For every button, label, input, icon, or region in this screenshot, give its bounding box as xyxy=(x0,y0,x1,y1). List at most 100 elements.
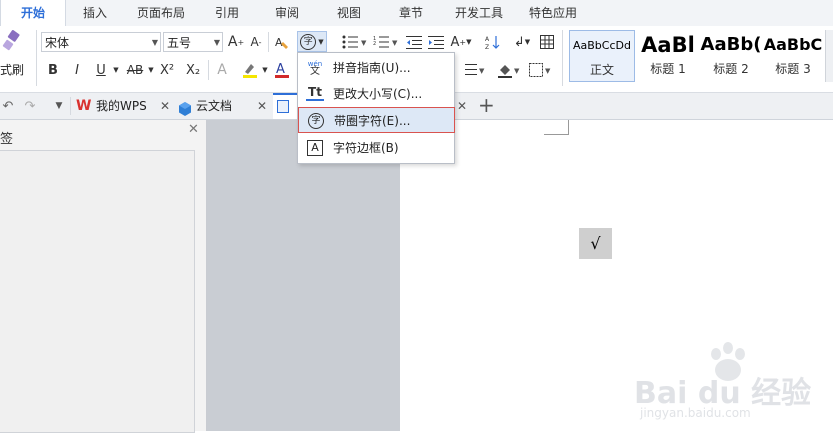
document-page[interactable]: √ Bai du 经验 jingyan.baidu.com xyxy=(400,120,833,431)
tab-insert[interactable]: 插入 xyxy=(66,0,124,26)
enclosed-character-icon: 字 xyxy=(307,112,325,130)
redo-icon[interactable]: ↷ xyxy=(22,96,38,116)
svg-text:A: A xyxy=(485,36,490,43)
change-case-icon: Tt xyxy=(306,85,324,101)
pinyin-icon: wén 文 xyxy=(307,60,323,77)
svg-text:A: A xyxy=(276,62,285,77)
workspace-background xyxy=(207,120,400,431)
tab-review[interactable]: 审阅 xyxy=(258,0,316,26)
decrease-indent-icon[interactable] xyxy=(404,32,424,52)
style-label: 正文 xyxy=(589,63,614,77)
wps-logo-icon: W xyxy=(76,98,92,114)
style-heading-3[interactable]: AaBbC 标题 3 xyxy=(762,30,824,82)
pane-title: 签 xyxy=(0,132,14,147)
svg-text:▼: ▼ xyxy=(392,39,398,47)
close-icon[interactable]: ✕ xyxy=(457,99,467,113)
format-painter-icon[interactable] xyxy=(0,28,24,54)
font-size-value: 五号 xyxy=(167,36,192,50)
menu-item-pinyin-guide[interactable]: wén 文 拼音指南(U)... xyxy=(298,55,454,81)
tab-section[interactable]: 章节 xyxy=(382,0,440,26)
tab-view[interactable]: 视图 xyxy=(320,0,378,26)
sort-icon[interactable]: AZ xyxy=(483,32,503,52)
watermark-url: jingyan.baidu.com xyxy=(640,406,751,420)
document-icon xyxy=(277,100,289,113)
style-label: 标题 2 xyxy=(713,62,749,76)
tab-special-features[interactable]: 特色应用 xyxy=(518,0,588,26)
text-effect-icon[interactable]: A xyxy=(213,60,231,80)
svg-text:▼: ▼ xyxy=(361,39,367,47)
tab-developer[interactable]: 开发工具 xyxy=(444,0,514,26)
svg-text:▼: ▼ xyxy=(545,67,551,75)
tab-references[interactable]: 引用 xyxy=(198,0,256,26)
italic-button[interactable]: I xyxy=(68,60,86,80)
menu-item-change-case[interactable]: Tt 更改大小写(C)... xyxy=(298,81,454,107)
bullets-icon[interactable]: ▼ xyxy=(340,32,370,52)
style-label: 标题 3 xyxy=(775,62,811,76)
close-icon[interactable]: ✕ xyxy=(257,99,267,113)
new-tab-button[interactable]: + xyxy=(478,93,495,117)
chevron-down-icon[interactable]: ▼ xyxy=(111,60,121,80)
tab-home[interactable]: 开始 xyxy=(0,0,66,27)
style-heading-2[interactable]: AaBb( 标题 2 xyxy=(700,30,762,82)
tab-my-wps[interactable]: W 我的WPS xyxy=(74,93,170,119)
style-sample: AaBbCcDd xyxy=(573,39,631,52)
tab-label: 我的WPS xyxy=(96,99,147,113)
font-color-icon[interactable]: A xyxy=(272,60,292,80)
enclosed-character-dropdown: wén 文 拼音指南(U)... Tt 更改大小写(C)... 字 带圈字符(E… xyxy=(297,52,455,164)
chevron-down-icon: ▼ xyxy=(213,38,220,47)
navigation-pane: 签 ✕ xyxy=(0,120,207,433)
borders-icon[interactable]: ▼ xyxy=(528,60,556,80)
highlight-color-icon[interactable] xyxy=(240,60,260,80)
chevron-down-icon: ▼ xyxy=(151,38,158,47)
tab-label: 云文档 xyxy=(196,99,233,113)
numbering-icon[interactable]: 1 2 ▼ xyxy=(371,32,401,52)
enclosed-character-button[interactable]: 字 ▼ xyxy=(297,31,327,52)
clear-format-icon[interactable]: A xyxy=(273,32,291,52)
svg-text:▼: ▼ xyxy=(479,67,485,75)
line-spacing-icon[interactable]: ▼ xyxy=(464,60,488,80)
style-normal[interactable]: AaBbCcDd 正文 xyxy=(569,30,635,82)
underline-button[interactable]: U xyxy=(92,60,110,80)
svg-text:A: A xyxy=(275,36,283,49)
character-border-icon: A xyxy=(306,139,324,157)
divider xyxy=(36,30,37,86)
style-sample: AaBb( xyxy=(700,34,762,55)
strikethrough-button[interactable]: AB xyxy=(124,60,146,80)
grow-font-button[interactable]: A + xyxy=(228,32,244,52)
font-size-adjust-icon[interactable]: A + ▼ xyxy=(449,32,473,52)
divider xyxy=(70,97,71,115)
menu-item-label: 字符边框(B) xyxy=(333,141,399,155)
font-size-select[interactable]: 五号 ▼ xyxy=(163,32,223,52)
chevron-down-icon: ▼ xyxy=(318,37,324,46)
style-label: 标题 1 xyxy=(650,62,686,76)
format-painter-label[interactable]: 式刷 xyxy=(0,61,24,78)
chevron-down-icon[interactable]: ▼ xyxy=(52,96,66,116)
styles-scroll-handle[interactable] xyxy=(825,30,833,82)
increase-indent-icon[interactable] xyxy=(426,32,446,52)
style-heading-1[interactable]: AaBl 标题 1 xyxy=(636,30,700,82)
selected-check-mark[interactable]: √ xyxy=(579,228,612,259)
superscript-button[interactable]: X² xyxy=(157,60,177,80)
chevron-down-icon[interactable]: ▼ xyxy=(146,60,156,80)
ribbon-tab-bar: 开始 插入 页面布局 引用 审阅 视图 章节 开发工具 特色应用 xyxy=(0,0,833,27)
shading-icon[interactable]: ▼ xyxy=(496,60,524,80)
subscript-button[interactable]: X₂ xyxy=(183,60,203,80)
baidu-watermark: Bai du 经验 jingyan.baidu.com xyxy=(634,340,829,420)
font-name-select[interactable]: 宋体 ▼ xyxy=(41,32,161,52)
bold-button[interactable]: B xyxy=(44,60,62,80)
close-icon[interactable]: ✕ xyxy=(160,99,170,113)
divider xyxy=(562,30,563,86)
menu-item-character-border[interactable]: A 字符边框(B) xyxy=(298,135,454,161)
undo-icon[interactable]: ↶ xyxy=(0,96,16,116)
font-name-value: 宋体 xyxy=(45,36,70,50)
tab-page-layout[interactable]: 页面布局 xyxy=(128,0,194,26)
chevron-down-icon[interactable]: ▼ xyxy=(260,60,270,80)
show-marks-icon[interactable]: ↲ ▼ xyxy=(511,32,533,52)
divider xyxy=(268,32,269,52)
close-icon[interactable]: ✕ xyxy=(188,122,199,137)
style-sample: AaBbC xyxy=(763,35,823,54)
menu-item-enclosed-character[interactable]: 字 带圈字符(E)... xyxy=(298,107,455,133)
shrink-font-button[interactable]: A- xyxy=(248,32,264,52)
table-grid-icon[interactable] xyxy=(538,32,556,52)
pane-content xyxy=(0,150,195,433)
